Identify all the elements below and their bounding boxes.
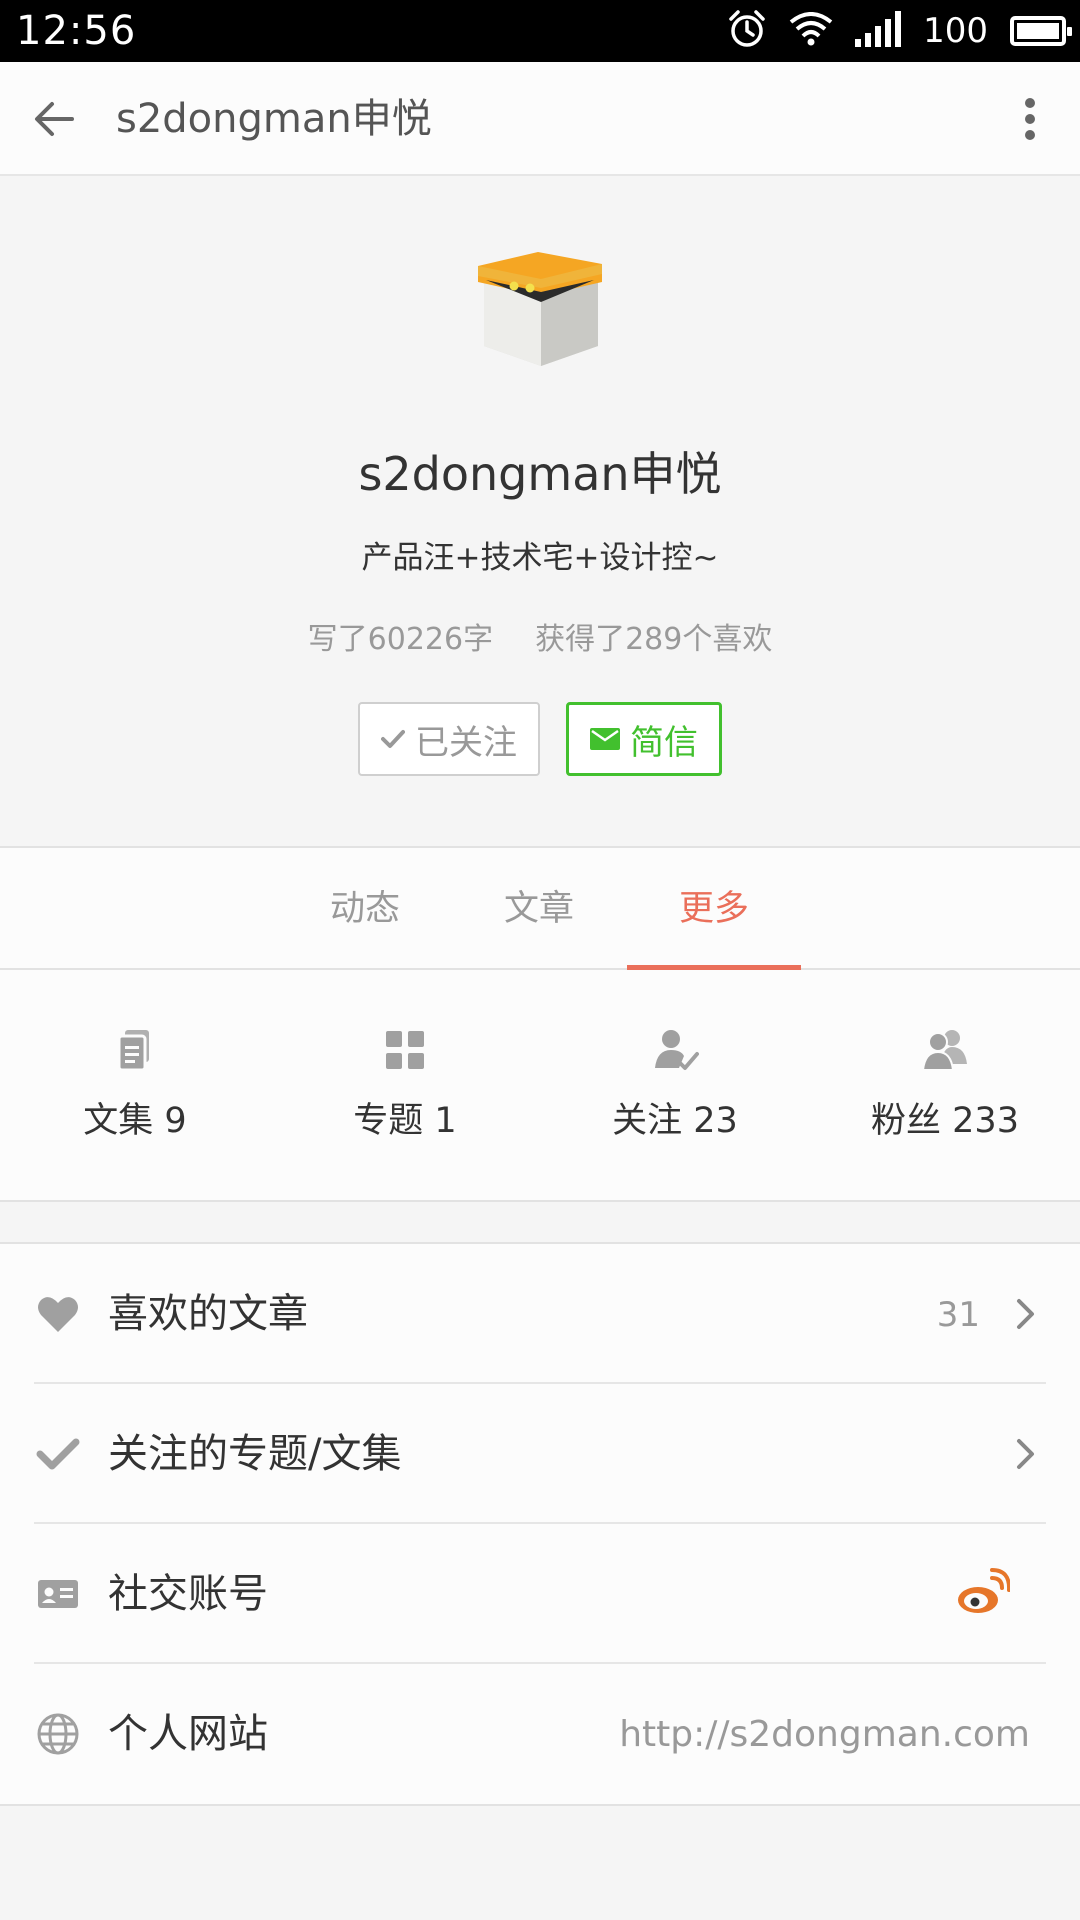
website-link[interactable]: http://s2dongman.com xyxy=(619,1710,1030,1760)
tab-articles[interactable]: 文章 xyxy=(452,848,626,970)
list-item-followed-collections[interactable]: 关注的专题/文集 xyxy=(0,1384,1080,1524)
avatar[interactable] xyxy=(476,244,606,374)
count-following-label: 关注 23 xyxy=(612,1101,738,1141)
profile-header: s2dongman申悦 产品汪+技术宅+设计控~ 写了60226字 获得了289… xyxy=(0,178,1080,846)
chevron-right-icon xyxy=(1017,1439,1034,1469)
user-check-icon xyxy=(655,1030,699,1070)
check-icon xyxy=(381,730,405,748)
envelope-icon xyxy=(590,728,620,750)
count-collections-label: 专题 1 xyxy=(353,1101,457,1141)
globe-icon xyxy=(37,1713,79,1755)
list-item-personal-website[interactable]: 个人网站 http://s2dongman.com xyxy=(0,1664,1080,1804)
heart-icon xyxy=(38,1297,78,1332)
tab-bar: 动态 文章 更多 xyxy=(0,846,1080,970)
grid-icon xyxy=(386,1031,424,1069)
status-icons: 100 xyxy=(727,8,1072,54)
profile-name: s2dongman申悦 xyxy=(358,447,722,501)
status-time: 12:56 xyxy=(16,8,137,54)
list-item-label: 社交账号 xyxy=(108,1571,268,1617)
profile-bio: 产品汪+技术宅+设计控~ xyxy=(361,540,719,576)
tab-activity[interactable]: 动态 xyxy=(278,848,452,970)
id-card-icon xyxy=(38,1580,78,1608)
count-notebooks-label: 文集 9 xyxy=(83,1101,187,1141)
list-item-value: 31 xyxy=(936,1295,980,1335)
profile-stats: 写了60226字 获得了289个喜欢 xyxy=(0,618,1080,662)
count-following[interactable]: 关注 23 xyxy=(540,970,810,1200)
profile-actions: 已关注 简信 xyxy=(0,702,1080,776)
notebook-icon xyxy=(117,1030,149,1072)
arrow-left-icon xyxy=(35,102,74,136)
app-bar: s2dongman申悦 xyxy=(0,62,1080,176)
more-vertical-icon xyxy=(1025,98,1035,140)
follow-button[interactable]: 已关注 xyxy=(358,702,540,776)
signal-icon xyxy=(855,11,902,51)
status-bar: 12:56 100 xyxy=(0,0,1080,62)
list-item-label: 喜欢的文章 xyxy=(108,1291,308,1337)
message-button-label: 简信 xyxy=(630,722,698,763)
count-notebooks[interactable]: 文集 9 xyxy=(0,970,270,1200)
counts-row: 文集 9 专题 1 关注 23 粉丝 233 xyxy=(0,970,1080,1202)
list-item-label: 个人网站 xyxy=(108,1711,268,1757)
list-item-social-accounts[interactable]: 社交账号 xyxy=(0,1524,1080,1664)
check-icon xyxy=(36,1438,80,1470)
message-button[interactable]: 简信 xyxy=(566,702,722,776)
wifi-icon xyxy=(789,12,833,50)
tab-more[interactable]: 更多 xyxy=(627,848,801,970)
list-item-liked-articles[interactable]: 喜欢的文章 31 xyxy=(0,1244,1080,1384)
follow-button-label: 已关注 xyxy=(415,722,517,763)
chevron-right-icon xyxy=(1017,1299,1034,1329)
count-collections[interactable]: 专题 1 xyxy=(270,970,540,1200)
words-written: 写了60226字 xyxy=(307,622,494,657)
users-icon xyxy=(921,1030,967,1071)
weibo-icon[interactable] xyxy=(956,1568,1010,1616)
count-followers-label: 粉丝 233 xyxy=(871,1101,1019,1141)
battery-level: 100 xyxy=(923,11,988,51)
list-item-label: 关注的专题/文集 xyxy=(108,1431,402,1477)
count-followers[interactable]: 粉丝 233 xyxy=(810,970,1080,1200)
battery-icon xyxy=(1010,16,1072,46)
back-button[interactable] xyxy=(24,89,84,149)
alarm-icon xyxy=(727,9,767,53)
page-title: s2dongman申悦 xyxy=(116,96,432,142)
overflow-menu-button[interactable] xyxy=(1000,89,1060,149)
profile-menu-list: 喜欢的文章 31 关注的专题/文集 社交账号 个人网站 http://s2don… xyxy=(0,1242,1080,1806)
likes-received: 获得了289个喜欢 xyxy=(535,622,773,657)
